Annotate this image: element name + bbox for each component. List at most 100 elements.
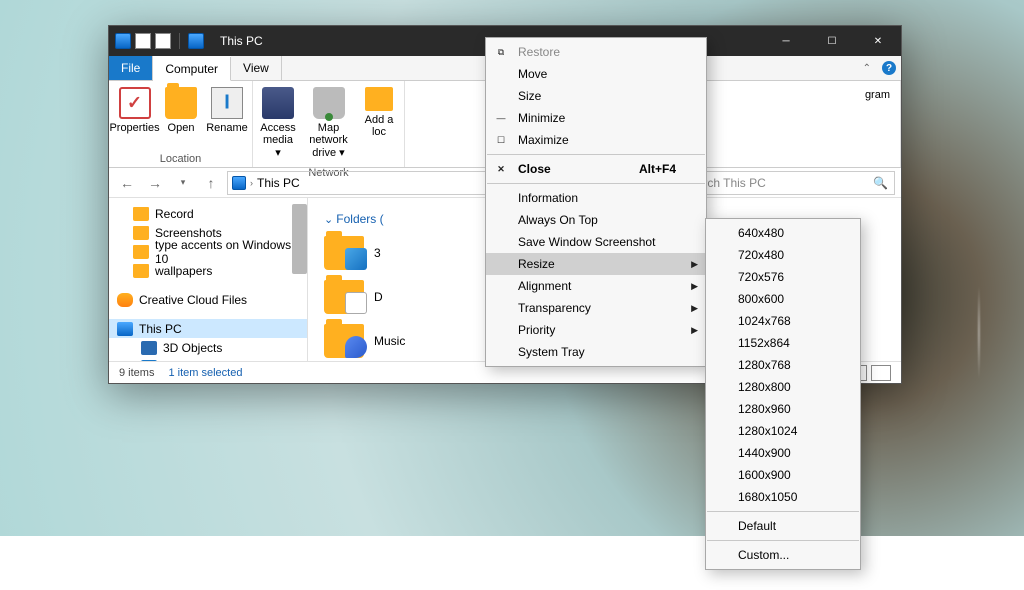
properties-button[interactable]: Properties [111, 85, 158, 136]
menu-information[interactable]: Information [486, 187, 706, 209]
resize-submenu: 640x480 720x480 720x576 800x600 1024x768… [705, 218, 861, 570]
separator [707, 540, 859, 541]
minimize-button[interactable]: ─ [763, 26, 809, 56]
access-media-button[interactable]: Access media ▾ [255, 85, 301, 161]
menu-minimize[interactable]: —Minimize [486, 107, 706, 129]
rename-button[interactable]: Rename [204, 85, 250, 136]
map-drive-button[interactable]: Map network drive ▾ [301, 85, 356, 161]
window-title: This PC [220, 34, 263, 48]
folder-item[interactable]: D [324, 280, 383, 314]
folder-item[interactable]: Music [324, 324, 405, 358]
folder-item[interactable]: 3 [324, 236, 381, 270]
resize-option[interactable]: 1024x768 [706, 310, 860, 332]
program-label-fragment: gram [865, 89, 890, 101]
resize-option[interactable]: 640x480 [706, 222, 860, 244]
titlebar-left: This PC [109, 33, 263, 49]
resize-default[interactable]: Default [706, 515, 860, 537]
doc-icon [135, 33, 151, 49]
overlay-music-icon [345, 336, 367, 358]
folder-icon [324, 236, 364, 270]
search-input[interactable]: Search This PC 🔍 [675, 171, 895, 195]
menu-close[interactable]: ✕CloseAlt+F4 [486, 158, 706, 180]
tab-file[interactable]: File [109, 56, 153, 80]
pc-icon [115, 33, 131, 49]
minimize-icon: — [494, 113, 508, 123]
collapse-ribbon-button[interactable]: ⌃ [857, 56, 877, 80]
resize-option[interactable]: 1280x800 [706, 376, 860, 398]
folder-icon [133, 245, 149, 259]
resize-option[interactable]: 1280x768 [706, 354, 860, 376]
resize-option[interactable]: 1152x864 [706, 332, 860, 354]
menu-restore[interactable]: ⧉Restore [486, 41, 706, 63]
menu-resize[interactable]: Resize▶ [486, 253, 706, 275]
rename-icon [211, 87, 243, 119]
resize-option[interactable]: 1440x900 [706, 442, 860, 464]
nav-forward-button[interactable]: → [143, 171, 167, 195]
close-button[interactable]: ✕ [855, 26, 901, 56]
tab-computer[interactable]: Computer [153, 57, 231, 81]
resize-option[interactable]: 1600x900 [706, 464, 860, 486]
menu-always-on-top[interactable]: Always On Top [486, 209, 706, 231]
folder-icon [324, 324, 364, 358]
tree-item-cloud[interactable]: Creative Cloud Files [109, 290, 307, 309]
overlay-cube-icon [345, 248, 367, 270]
search-icon: 🔍 [873, 176, 888, 190]
open-button[interactable]: Open [158, 85, 204, 136]
separator [487, 154, 705, 155]
resize-option[interactable]: 800x600 [706, 288, 860, 310]
addloc-icon [365, 87, 393, 111]
menu-size[interactable]: Size [486, 85, 706, 107]
menu-save-screenshot[interactable]: Save Window Screenshot [486, 231, 706, 253]
ribbon-group-location: Properties Open Rename Location [109, 81, 253, 167]
resize-option[interactable]: 720x576 [706, 266, 860, 288]
close-icon: ✕ [874, 36, 882, 47]
folder-icon [324, 280, 364, 314]
separator [707, 511, 859, 512]
close-icon: ✕ [494, 164, 508, 175]
system-menu: ⧉Restore Move Size —Minimize ☐Maximize ✕… [485, 37, 707, 367]
tree-item[interactable]: Desktop [109, 357, 307, 361]
3dobjects-icon [141, 341, 157, 355]
add-location-button[interactable]: Add aloc [356, 85, 402, 140]
maximize-icon: ☐ [828, 36, 837, 47]
resize-option[interactable]: 1280x960 [706, 398, 860, 420]
breadcrumb: This PC [257, 176, 300, 190]
tree-item[interactable]: Record [109, 204, 307, 223]
view-icons-button[interactable] [871, 365, 891, 381]
menu-alignment[interactable]: Alignment▶ [486, 275, 706, 297]
accelerator: Alt+F4 [609, 162, 676, 176]
maximize-button[interactable]: ☐ [809, 26, 855, 56]
menu-system-tray[interactable]: System Tray [486, 341, 706, 363]
tree-item-this-pc[interactable]: This PC [109, 319, 307, 338]
menu-transparency[interactable]: Transparency▶ [486, 297, 706, 319]
tab-view[interactable]: View [231, 56, 282, 80]
menu-move[interactable]: Move [486, 63, 706, 85]
status-item-count: 9 items [119, 367, 154, 379]
menu-priority[interactable]: Priority▶ [486, 319, 706, 341]
pc-icon [232, 176, 246, 190]
nav-back-button[interactable]: ← [115, 171, 139, 195]
minimize-icon: ─ [782, 36, 789, 47]
window-pc-icon [188, 33, 204, 49]
menu-maximize[interactable]: ☐Maximize [486, 129, 706, 151]
media-icon [262, 87, 294, 119]
tree-item[interactable]: 3D Objects [109, 338, 307, 357]
nav-tree[interactable]: Record Screenshots type accents on Windo… [109, 198, 308, 361]
resize-option[interactable]: 1280x1024 [706, 420, 860, 442]
help-icon: ? [882, 61, 896, 75]
chevron-right-icon: › [250, 178, 253, 188]
status-selected: 1 item selected [168, 367, 242, 379]
divider [179, 33, 180, 49]
overlay-doc-icon [345, 292, 367, 314]
help-button[interactable]: ? [877, 56, 901, 80]
resize-option[interactable]: 720x480 [706, 244, 860, 266]
scrollbar-thumb[interactable] [292, 204, 307, 274]
maximize-icon: ☐ [494, 135, 508, 146]
resize-option[interactable]: 1680x1050 [706, 486, 860, 508]
submenu-arrow-icon: ▶ [691, 259, 698, 270]
tree-item[interactable]: type accents on Windows 10 [109, 242, 307, 261]
resize-custom[interactable]: Custom... [706, 544, 860, 566]
nav-up-button[interactable]: ↑ [199, 171, 223, 195]
folder-icon [133, 207, 149, 221]
nav-recent-button[interactable]: ▾ [171, 171, 195, 195]
